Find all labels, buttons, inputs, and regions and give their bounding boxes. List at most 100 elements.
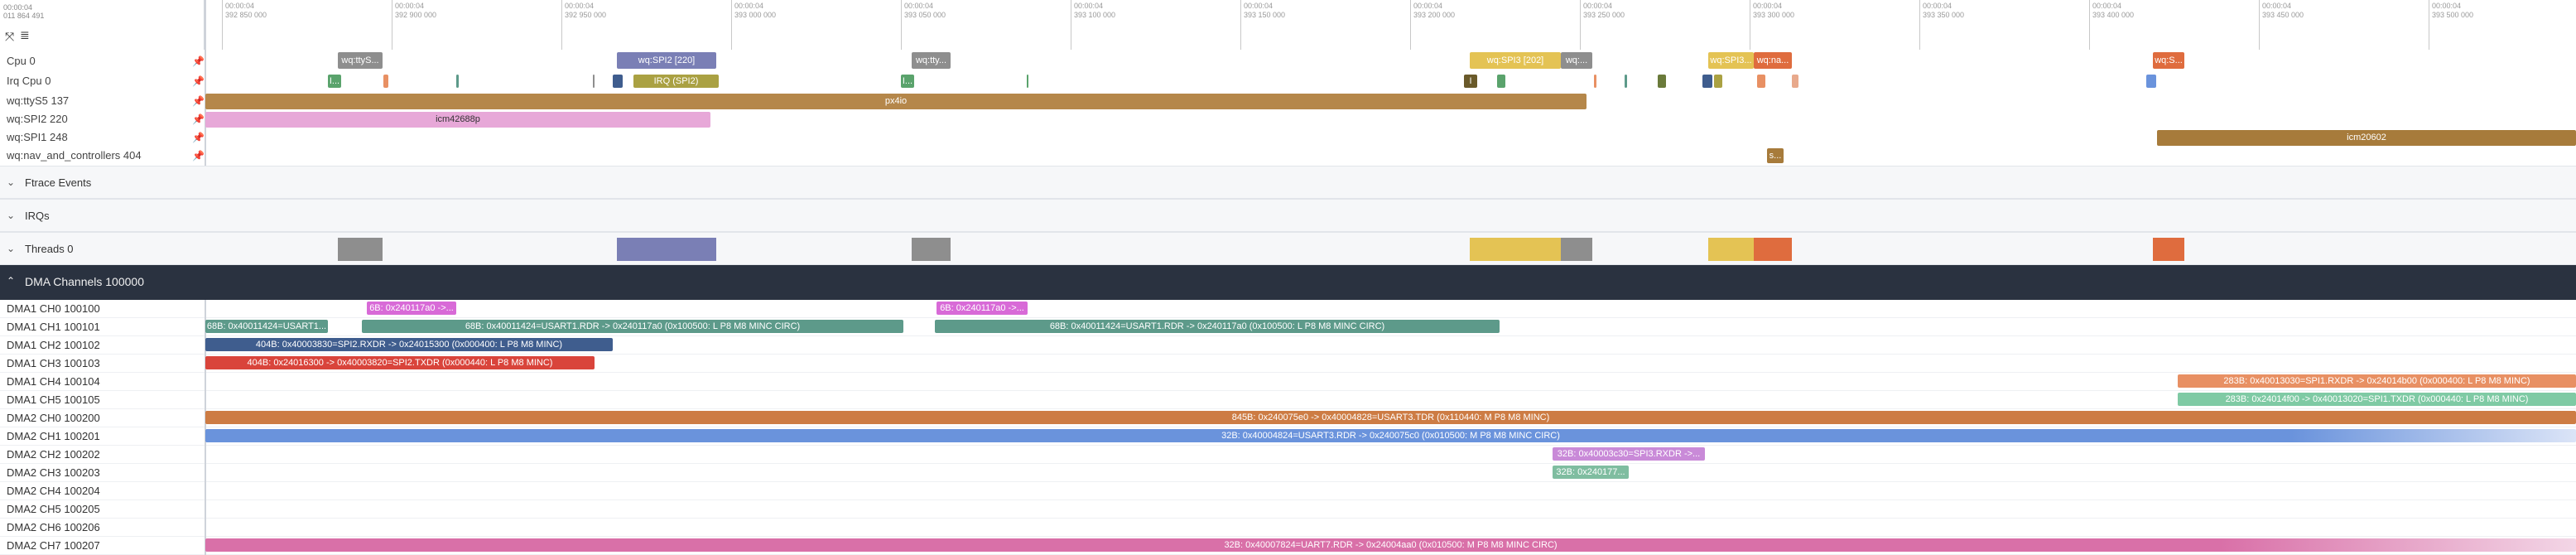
dma-slice[interactable]: 32B: 0x40004824=USART3.RDR -> 0x240075c0… <box>205 429 2576 442</box>
dma-slice[interactable]: 404B: 0x24016300 -> 0x40003820=SPI2.TXDR… <box>205 356 595 369</box>
irq-slice[interactable]: I <box>1464 75 1477 88</box>
list-icon[interactable]: ≣ <box>20 28 30 42</box>
dma-slice[interactable]: 68B: 0x40011424=USART1.RDR -> 0x240117a0… <box>935 320 1500 333</box>
pin-icon[interactable]: 📌 <box>192 73 205 89</box>
group-label: Ftrace Events <box>25 176 92 189</box>
cpu-slice[interactable]: wq:... <box>1561 52 1592 69</box>
dma-slice[interactable]: 68B: 0x40011424=USART1... <box>205 320 328 333</box>
threads-summary-slice[interactable] <box>1708 238 1754 261</box>
time-offset-bottom: 011 864 491 <box>3 12 45 20</box>
dma-slice[interactable]: 283B: 0x40013030=SPI1.RXDR -> 0x24014b00… <box>2178 374 2576 388</box>
chevron-down-icon[interactable]: ⌄ <box>7 210 15 221</box>
ruler-tick <box>1240 0 1241 50</box>
irq-tick[interactable] <box>1497 75 1505 88</box>
ruler-tick <box>1580 0 1581 50</box>
group-dma-channels[interactable]: ⌃ DMA Channels 100000 <box>0 265 2576 300</box>
row-separator <box>0 390 2576 391</box>
irq-tick[interactable] <box>1792 75 1798 88</box>
threads-summary-slice[interactable] <box>617 238 716 261</box>
dma-slice[interactable]: 6B: 0x240117a0 ->... <box>937 302 1028 315</box>
ruler-tick-label-ns: 392 950 000 <box>565 11 607 19</box>
dma-slice[interactable]: 32B: 0x40007824=UART7.RDR -> 0x24004aa0 … <box>205 538 2576 552</box>
dma-channel-label: DMA1 CH5 100105 <box>7 393 100 406</box>
thread-slice-px4io[interactable]: px4io <box>205 94 1587 109</box>
cpu-slice[interactable]: wq:S... <box>2153 52 2184 69</box>
dma-channel-label: DMA2 CH5 100205 <box>7 503 100 515</box>
cpu-slice[interactable]: wq:tty... <box>912 52 951 69</box>
ruler-tick-label-time: 00:00:04 <box>1753 2 1783 10</box>
dma-slice[interactable]: 283B: 0x24014f00 -> 0x40013020=SPI1.TXDR… <box>2178 393 2576 406</box>
ruler-tick-label-time: 00:00:04 <box>395 2 425 10</box>
irq-tick[interactable] <box>1658 75 1666 88</box>
irq-tick[interactable] <box>456 75 459 88</box>
group-threads[interactable]: ⌄ Threads 0 <box>0 232 2576 265</box>
irq-tick[interactable] <box>1702 75 1712 88</box>
ruler-tick-label-time: 00:00:04 <box>1923 2 1952 10</box>
row-separator <box>0 408 2576 409</box>
ruler-tick-label-ns: 393 300 000 <box>1753 11 1795 19</box>
ruler-tick <box>2259 0 2260 50</box>
pin-icon[interactable]: 📌 <box>192 147 205 164</box>
irq-tick[interactable] <box>383 75 388 88</box>
pin-icon[interactable]: 📌 <box>192 93 205 109</box>
row-separator <box>0 518 2576 519</box>
ruler-tick-label-time: 00:00:04 <box>1413 2 1443 10</box>
dma-channel-label: DMA1 CH2 100102 <box>7 339 100 351</box>
threads-summary-slice[interactable] <box>1754 238 1792 261</box>
ruler-tick-label-ns: 393 050 000 <box>904 11 946 19</box>
irq-tick[interactable] <box>1027 75 1028 88</box>
group-ftrace-events[interactable]: ⌄ Ftrace Events <box>0 166 2576 199</box>
threads-summary-slice[interactable] <box>2153 238 2184 261</box>
irq-slice[interactable]: IRQ (SPI2) <box>633 75 719 88</box>
thread-slice-icm42688p[interactable]: icm42688p <box>205 112 710 128</box>
irq-tick[interactable] <box>1625 75 1627 88</box>
threads-summary-slice[interactable] <box>338 238 383 261</box>
threads-summary-slice[interactable] <box>912 238 951 261</box>
ruler-tick <box>561 0 562 50</box>
cpu-slice[interactable]: wq:SPI3... <box>1708 52 1754 69</box>
irq-tick[interactable] <box>1714 75 1722 88</box>
dma-slice[interactable]: 6B: 0x240117a0 ->... <box>367 302 456 315</box>
group-irqs[interactable]: ⌄ IRQs <box>0 199 2576 232</box>
group-label: IRQs <box>25 210 50 222</box>
ruler-tick-label-time: 00:00:04 <box>1583 2 1613 10</box>
thread-slice-icm20602[interactable]: icm20602 <box>2157 130 2576 146</box>
track-label-irq-cpu0: Irq Cpu 0 <box>7 75 51 87</box>
track-label-cpu0: Cpu 0 <box>7 55 36 67</box>
ruler-tick-label-time: 00:00:04 <box>734 2 764 10</box>
irq-tick[interactable] <box>1757 75 1765 88</box>
cpu-slice[interactable]: wq:SPI3 [202] <box>1470 52 1561 69</box>
threads-summary-slice[interactable] <box>1561 238 1592 261</box>
track-label-wq-spi2: wq:SPI2 220 <box>7 113 68 125</box>
irq-tick[interactable] <box>2146 75 2156 88</box>
dma-slice[interactable]: 68B: 0x40011424=USART1.RDR -> 0x240117a0… <box>362 320 903 333</box>
time-ruler[interactable]: 00:00:04 392 850 000 00:00:04 392 900 000 00… <box>206 0 2576 50</box>
irq-tick[interactable] <box>613 75 623 88</box>
pin-icon[interactable]: 📌 <box>192 53 205 70</box>
chevron-up-icon[interactable]: ⌃ <box>7 275 15 287</box>
chevron-down-icon[interactable]: ⌄ <box>7 243 15 254</box>
irq-slice[interactable]: I... <box>328 75 341 88</box>
irq-slice[interactable]: I... <box>901 75 914 88</box>
ruler-tick-label-ns: 393 500 000 <box>2432 11 2474 19</box>
cpu-slice[interactable]: wq:SPI2 [220] <box>617 52 716 69</box>
dma-slice[interactable]: 32B: 0x40003c30=SPI3.RXDR ->... <box>1553 447 1705 461</box>
threads-summary-slice[interactable] <box>1470 238 1561 261</box>
pin-icon[interactable]: 📌 <box>192 111 205 128</box>
ruler-tick-label-ns: 393 000 000 <box>734 11 777 19</box>
cpu-slice[interactable]: wq:ttyS... <box>338 52 383 69</box>
dma-slice[interactable]: 845B: 0x240075e0 -> 0x40004828=USART3.TD… <box>205 411 2576 424</box>
chevron-down-icon[interactable]: ⌄ <box>7 176 15 188</box>
pin-icon[interactable]: 📌 <box>192 129 205 146</box>
collapse-all-icon[interactable]: ⤧ <box>5 30 14 44</box>
dma-channel-label: DMA1 CH1 100101 <box>7 321 100 333</box>
irq-tick[interactable] <box>1594 75 1596 88</box>
irq-tick[interactable] <box>593 75 595 88</box>
thread-slice-nav[interactable]: s... <box>1767 148 1784 163</box>
dma-slice[interactable]: 32B: 0x240177... <box>1553 466 1629 479</box>
group-label: Threads 0 <box>25 243 74 255</box>
timeline-header-left: 00:00:04 011 864 491 ⤧ ≣ <box>0 0 205 50</box>
row-separator <box>0 372 2576 373</box>
dma-slice[interactable]: 404B: 0x40003830=SPI2.RXDR -> 0x24015300… <box>205 338 613 351</box>
cpu-slice[interactable]: wq:na... <box>1754 52 1792 69</box>
